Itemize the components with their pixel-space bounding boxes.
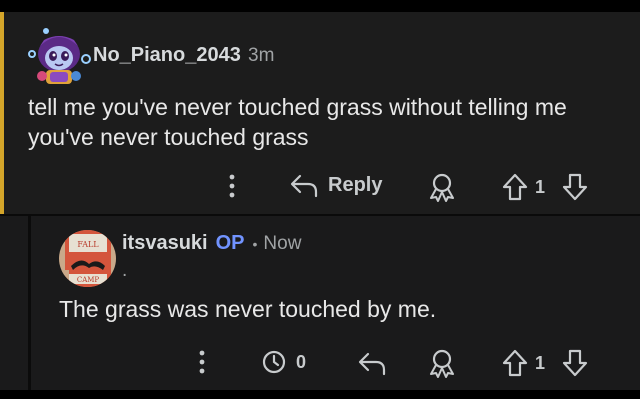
parent-timestamp: 3m	[248, 45, 275, 66]
reply-button[interactable]: Reply	[288, 170, 382, 200]
reply-timestamp: Now	[263, 233, 302, 254]
reddit-comment-thread: No_Piano_2043 3m tell me you've never to…	[0, 0, 640, 399]
more-vertical-icon[interactable]	[222, 172, 242, 200]
award-icon[interactable]	[427, 348, 457, 378]
top-bar	[0, 0, 640, 12]
avatar-text-top: FALL	[77, 240, 99, 249]
reply-count-button[interactable]: 0	[260, 348, 306, 376]
reply-username[interactable]: itsvasuki	[122, 232, 208, 255]
thread-line[interactable]	[28, 216, 31, 390]
avatar-text-bottom: CAMP	[77, 276, 100, 284]
reply-arrow-icon	[288, 170, 320, 200]
parent-avatar[interactable]	[26, 26, 92, 92]
reply-comment: FALL CAMP itsvasuki OP • Now . The grass…	[0, 216, 640, 390]
header-separator: •	[252, 236, 258, 252]
parent-username[interactable]: No_Piano_2043	[93, 44, 241, 67]
parent-comment: No_Piano_2043 3m tell me you've never to…	[0, 12, 640, 214]
reply-vote-count: 1	[535, 353, 546, 373]
reply-count: 0	[296, 351, 307, 372]
parent-body-line-1: tell me you've never touched grass witho…	[28, 94, 567, 120]
parent-body-line-2: you've never touched grass	[28, 124, 309, 150]
bottom-bar	[0, 390, 640, 399]
reply-header: itsvasuki OP • Now	[122, 232, 301, 255]
reply-count-icon	[260, 348, 288, 376]
reply-meta-dot: .	[122, 260, 128, 281]
op-badge: OP	[215, 232, 245, 254]
award-icon[interactable]	[427, 172, 457, 202]
more-vertical-icon[interactable]	[192, 348, 212, 376]
reply-arrow-icon[interactable]	[356, 348, 388, 378]
reply-body: The grass was never touched by me.	[59, 296, 437, 322]
downvote-arrow-icon[interactable]	[562, 348, 588, 378]
reply-avatar[interactable]: FALL CAMP	[59, 230, 116, 287]
parent-vote-count: 1	[535, 177, 546, 197]
reply-button-label: Reply	[328, 173, 383, 196]
upvote-arrow-icon[interactable]	[502, 348, 528, 378]
highlight-accent-line	[0, 12, 4, 214]
upvote-arrow-icon[interactable]	[502, 172, 528, 202]
downvote-arrow-icon[interactable]	[562, 172, 588, 202]
